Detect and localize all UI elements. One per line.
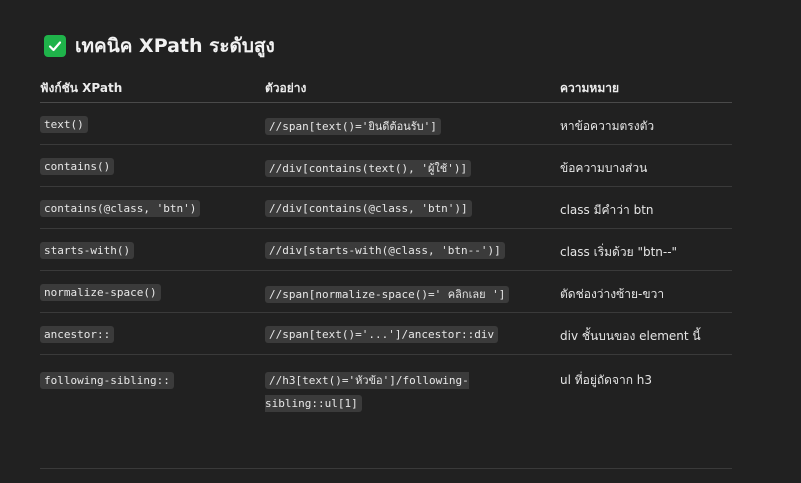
meaning-text: class มีคำว่า btn — [560, 203, 654, 217]
function-code: ancestor:: — [40, 326, 115, 343]
function-code: normalize-space() — [40, 284, 161, 301]
table-row: contains(@class, 'btn') //div[contains(@… — [40, 186, 732, 229]
column-header-meaning: ความหมาย — [560, 74, 732, 103]
function-code: contains() — [40, 158, 115, 175]
meaning-text: div ชั้นบนของ element นี้ — [560, 329, 701, 343]
section-heading: เทคนิค XPath ระดับสูง — [44, 33, 275, 59]
function-code: starts-with() — [40, 242, 135, 259]
table-row: normalize-space() //span[normalize-space… — [40, 270, 732, 313]
page: เทคนิค XPath ระดับสูง ฟังก์ชัน XPath ตัว… — [0, 0, 801, 483]
table-row: starts-with() //div[starts-with(@class, … — [40, 228, 732, 271]
example-code: //span[text()='...']/ancestor::div — [265, 326, 499, 343]
example-code: //div[contains(@class, 'btn')] — [265, 200, 472, 217]
meaning-text: class เริ่มด้วย "btn--" — [560, 245, 678, 259]
function-code: following-sibling:: — [40, 372, 174, 389]
table-header-row: ฟังก์ชัน XPath ตัวอย่าง ความหมาย — [40, 74, 732, 103]
meaning-text: หาข้อความตรงตัว — [560, 119, 655, 133]
column-header-function: ฟังก์ชัน XPath — [40, 74, 265, 103]
function-code: contains(@class, 'btn') — [40, 200, 201, 217]
meaning-text: ข้อความบางส่วน — [560, 161, 648, 175]
xpath-table: ฟังก์ชัน XPath ตัวอย่าง ความหมาย text() … — [40, 74, 732, 469]
table-row: ancestor:: //span[text()='...']/ancestor… — [40, 312, 732, 355]
meaning-text: ul ที่อยู่ถัดจาก h3 — [560, 373, 653, 387]
meaning-text: ตัดช่องว่างซ้าย-ขวา — [560, 287, 665, 301]
check-mark-icon — [44, 35, 66, 57]
example-code: //div[starts-with(@class, 'btn--')] — [265, 242, 505, 259]
table-row: following-sibling:: //h3[text()='หัวข้อ'… — [40, 354, 732, 469]
table-row: contains() //div[contains(text(), 'ผู้ใช… — [40, 144, 732, 187]
example-code: //span[normalize-space()=' คลิกเลย '] — [265, 286, 510, 303]
table-row: text() //span[text()='ยินดีต้อนรับ'] หาข… — [40, 102, 732, 145]
example-code: //span[text()='ยินดีต้อนรับ'] — [265, 118, 441, 135]
example-code: //h3[text()='หัวข้อ']/following-sibling:… — [265, 372, 469, 412]
function-code: text() — [40, 116, 88, 133]
column-header-example: ตัวอย่าง — [265, 74, 560, 103]
example-code: //div[contains(text(), 'ผู้ใช้')] — [265, 160, 472, 177]
page-title: เทคนิค XPath ระดับสูง — [75, 35, 275, 57]
